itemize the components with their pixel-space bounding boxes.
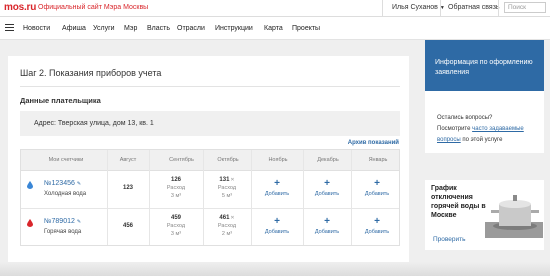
page-shadow: [0, 262, 550, 276]
plus-icon: +: [324, 216, 330, 227]
divider: [382, 0, 383, 16]
reading-value: 123: [122, 185, 133, 191]
cold-water-drop-icon: [27, 181, 33, 189]
column-header: Август: [119, 157, 137, 163]
usage-amount: 3 м³: [170, 231, 182, 237]
site-logo[interactable]: mos.ru: [4, 2, 36, 13]
add-label: Добавить: [264, 229, 290, 235]
divider: [498, 0, 499, 16]
add-label: Добавить: [364, 191, 390, 197]
add-label: Добавить: [314, 191, 340, 197]
table-header: Мои счетчики Август Сентябрь Октябрь Ноя…: [21, 150, 399, 171]
pencil-icon[interactable]: ✎: [77, 181, 81, 187]
add-reading-button[interactable]: + Добавить: [307, 216, 347, 236]
add-label: Добавить: [314, 229, 340, 235]
add-label: Добавить: [264, 191, 290, 197]
divider: [440, 0, 441, 16]
add-reading-button[interactable]: + Добавить: [357, 178, 397, 198]
user-menu[interactable]: Илья Суханов ▼: [392, 4, 445, 11]
meter-number[interactable]: №123456 ✎: [44, 180, 81, 187]
reading-value: 459: [170, 215, 181, 221]
add-reading-button[interactable]: + Добавить: [257, 216, 297, 236]
reading-value: 131✕: [207, 177, 247, 183]
user-name: Илья Суханов: [392, 4, 438, 11]
menu-icon[interactable]: [5, 24, 14, 31]
info-title: Информация по оформлению заявления: [435, 59, 533, 76]
table-row: №123456 ✎ Холодная вода 123 126 Расход 3 …: [21, 171, 399, 209]
feedback-link[interactable]: Обратная связь: [448, 4, 500, 11]
hot-water-drop-icon: [27, 219, 33, 227]
main-nav: Новости Афиша Услуги Мэр Власть Отрасли …: [0, 17, 550, 40]
pencil-icon[interactable]: ✎: [77, 219, 81, 225]
help-line: Посмотрите часто задаваемые вопросы по э…: [437, 124, 542, 146]
reading-value: 456: [122, 223, 133, 229]
meter-number-label: №123456: [44, 180, 75, 187]
info-panel[interactable]: Информация по оформлению заявления: [425, 40, 544, 91]
add-reading-button[interactable]: + Добавить: [357, 216, 397, 236]
usage-amount: 2 м³: [221, 231, 233, 237]
usage-amount: 3 м³: [170, 193, 182, 199]
nav-item-news[interactable]: Новости: [23, 25, 50, 32]
nav-item-services[interactable]: Услуги: [93, 25, 115, 32]
column-header: Январь: [368, 157, 388, 163]
address-text: Адрес: Тверская улица, дом 13, кв. 1: [34, 120, 154, 127]
usage-label: Расход: [217, 185, 237, 191]
top-bar: mos.ru Официальный сайт Мэра Москвы Илья…: [0, 0, 550, 17]
reading-value: 461✕: [207, 215, 247, 221]
nav-item-instructions[interactable]: Инструкции: [215, 25, 253, 32]
search-input[interactable]: Поиск: [504, 2, 546, 13]
meters-table: Мои счетчики Август Сентябрь Октябрь Ноя…: [20, 149, 400, 246]
plus-icon: +: [274, 216, 280, 227]
site-title[interactable]: Официальный сайт Мэра Москвы: [38, 4, 148, 11]
add-label: Добавить: [364, 229, 390, 235]
add-reading-button[interactable]: + Добавить: [257, 178, 297, 198]
help-line: Остались вопросы?: [437, 115, 493, 121]
column-header: Декабрь: [317, 157, 339, 163]
column-header: Октябрь: [217, 157, 239, 163]
plus-icon: +: [274, 178, 280, 189]
meter-type: Холодная вода: [44, 191, 87, 197]
address-box: Адрес: Тверская улица, дом 13, кв. 1: [20, 111, 400, 136]
nav-item-projects[interactable]: Проекты: [292, 25, 320, 32]
add-reading-button[interactable]: + Добавить: [307, 178, 347, 198]
nav-item-afisha[interactable]: Афиша: [62, 25, 86, 32]
pot-image: [485, 195, 543, 238]
column-header: Сентябрь: [169, 157, 194, 163]
help-prefix: Посмотрите: [437, 126, 471, 132]
promo-title: График отключения горячей воды в Москве: [431, 185, 486, 219]
column-header: Мои счетчики: [48, 157, 84, 163]
meter-number[interactable]: №789012 ✎: [44, 218, 81, 225]
plus-icon: +: [324, 178, 330, 189]
reading-value: 126: [170, 177, 181, 183]
reading-value-text: 131: [219, 177, 230, 183]
page-title: Шаг 2. Показания приборов учета: [20, 68, 162, 78]
close-icon[interactable]: ✕: [230, 177, 234, 183]
help-suffix: по этой услуге: [462, 137, 503, 143]
nav-item-power[interactable]: Власть: [147, 25, 170, 32]
divider: [20, 86, 400, 87]
reading-value-text: 461: [219, 215, 230, 221]
column-header: Ноябрь: [268, 157, 288, 163]
meter-number-label: №789012: [44, 218, 75, 225]
check-link[interactable]: Проверить: [433, 236, 466, 243]
table-row: №789012 ✎ Горячая вода 456 459 Расход 3 м…: [21, 209, 399, 246]
promo-box[interactable]: График отключения горячей воды в Москве …: [425, 180, 544, 250]
help-text: Остались вопросы? Посмотрите часто задав…: [437, 113, 542, 146]
nav-item-mayor[interactable]: Мэр: [124, 25, 137, 32]
main-card: Шаг 2. Показания приборов учета Данные п…: [8, 56, 409, 271]
meter-type: Горячая вода: [44, 229, 82, 235]
section-heading: Данные плательщика: [20, 96, 101, 105]
archive-link[interactable]: Архив показаний: [348, 140, 399, 146]
usage-label: Расход: [166, 223, 186, 229]
nav-item-industries[interactable]: Отрасли: [177, 25, 205, 32]
nav-item-map[interactable]: Карта: [264, 25, 283, 32]
close-icon[interactable]: ✕: [230, 215, 234, 221]
usage-label: Расход: [166, 185, 186, 191]
usage-amount: 5 м³: [221, 193, 233, 199]
usage-label: Расход: [217, 223, 237, 229]
help-box: Остались вопросы? Посмотрите часто задав…: [425, 91, 544, 153]
plus-icon: +: [374, 178, 380, 189]
plus-icon: +: [374, 216, 380, 227]
